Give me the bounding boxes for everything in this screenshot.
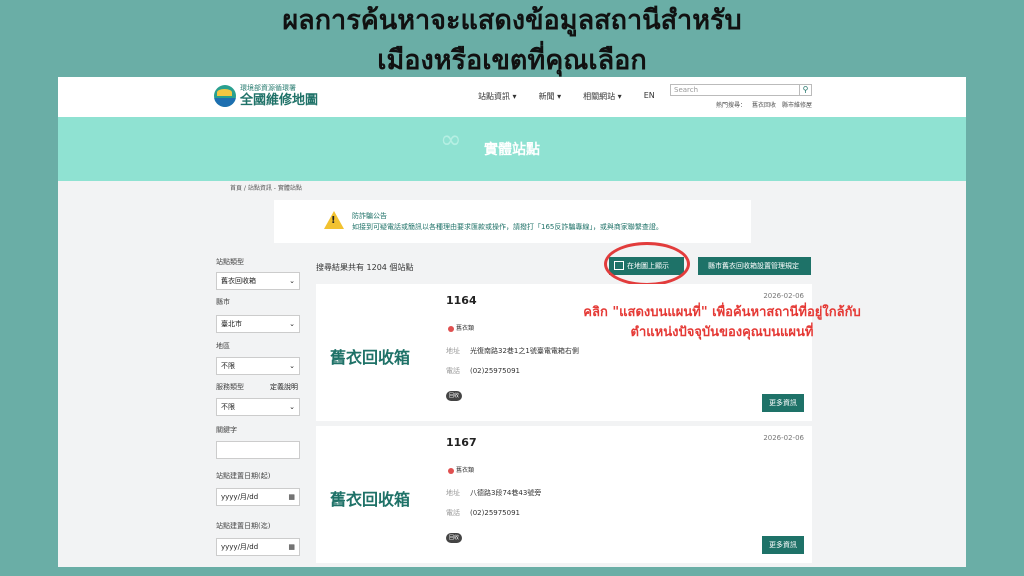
- pin-icon: [448, 325, 454, 332]
- top-header: 環境部資源循環署 全國維修地圖 站點資訊 ▾ 新聞 ▾ 相關網站 ▾ EN Se…: [58, 77, 966, 117]
- logo-title: 全國維修地圖: [240, 93, 319, 108]
- category-tag: 舊衣類: [448, 323, 474, 332]
- nav-news[interactable]: 新聞 ▾: [539, 91, 562, 102]
- pin-icon: [448, 467, 454, 474]
- highlight-circle: [604, 242, 690, 286]
- service-type-label: 服務類型: [216, 383, 244, 391]
- category-tag-label: 舊衣類: [456, 467, 475, 474]
- headline-line-1: ผลการค้นหาจะแสดงข้อมูลสถานีสำหรับ: [282, 5, 742, 36]
- service-badge: 回收: [446, 533, 462, 543]
- calendar-icon[interactable]: ▦: [288, 539, 295, 555]
- address-label: 地址: [446, 489, 460, 497]
- chevron-down-icon: ⌄: [289, 403, 295, 411]
- definition-help-link[interactable]: 定義說明: [270, 382, 298, 392]
- district-label: 地區: [216, 342, 230, 350]
- nav-station-info[interactable]: 站點資訊 ▾: [478, 91, 517, 102]
- page-banner: ∞ 實體站點: [58, 117, 966, 181]
- annotation-callout: คลิก "แสดงบนแผนที่" เพื่อค้นหาสถานีที่อย…: [557, 303, 887, 343]
- category-tag-label: 舊衣類: [456, 325, 475, 332]
- breadcrumb: 首頁 / 站點資訊 - 實體站點: [230, 185, 302, 192]
- station-date: 2026-02-06: [763, 292, 804, 300]
- keyword-label: 關鍵字: [216, 426, 237, 434]
- more-info-button[interactable]: 更多資訊: [762, 394, 804, 412]
- service-type-value: 不限: [221, 403, 235, 411]
- date-end-label: 站點建置日期(迄): [216, 522, 271, 530]
- callout-line-2: ตำแหน่งปัจจุบันของคุณบนแผนที่: [630, 325, 814, 340]
- phone-value: (02)25975091: [470, 509, 520, 517]
- station-type-label: 站點類型: [216, 258, 244, 266]
- station-card: 舊衣回收箱 1167 2026-02-06 舊衣類 地址 八德路3段74巷43號旁…: [316, 426, 812, 563]
- service-type-select[interactable]: 不限 ⌄: [216, 398, 300, 416]
- station-type-name: 舊衣回收箱: [330, 348, 411, 367]
- district-select[interactable]: 不限 ⌄: [216, 357, 300, 375]
- calendar-icon[interactable]: ▦: [288, 489, 295, 505]
- address-value: 八德路3段74巷43號旁: [470, 489, 542, 497]
- station-id: 1167: [446, 436, 477, 449]
- date-start-placeholder: yyyy/月/dd: [221, 493, 259, 501]
- notice-title: 防詐騙公告: [352, 212, 387, 220]
- logo-subtitle: 環境部資源循環署: [240, 84, 296, 92]
- nav-related-sites[interactable]: 相關網站 ▾: [583, 91, 622, 102]
- date-start-label: 站點建置日期(起): [216, 472, 271, 480]
- station-phone: 電話 (02)25975091: [446, 508, 520, 518]
- headline-line-2: เมืองหรือเขตที่คุณเลือก: [377, 45, 647, 76]
- category-tag: 舊衣類: [448, 465, 474, 474]
- phone-value: (02)25975091: [470, 367, 520, 375]
- hot-label: 熱門搜尋：: [716, 102, 747, 109]
- more-info-button[interactable]: 更多資訊: [762, 536, 804, 554]
- date-end-input[interactable]: yyyy/月/dd ▦: [216, 538, 300, 556]
- station-address: 地址 八德路3段74巷43號旁: [446, 488, 541, 498]
- hot-searches: 熱門搜尋： 舊衣回收 縣市維修屋: [716, 100, 818, 109]
- phone-label: 電話: [446, 367, 460, 375]
- hot-item-repair[interactable]: 縣市維修屋: [782, 100, 812, 109]
- district-value: 不限: [221, 362, 235, 370]
- main-nav: 站點資訊 ▾ 新聞 ▾ 相關網站 ▾ EN: [478, 91, 677, 102]
- site-logo[interactable]: 環境部資源循環署 全國維修地圖: [214, 84, 318, 108]
- keyword-input[interactable]: [216, 441, 300, 459]
- result-count: 搜尋結果共有 1204 個站點: [316, 263, 414, 272]
- logo-icon: [214, 85, 236, 107]
- station-type-name: 舊衣回收箱: [330, 490, 411, 509]
- notice-text: 如接到可疑電話或簡訊以各種理由要求匯款或操作，請撥打「165反詐騙專線」，或與商…: [352, 223, 663, 231]
- date-end-placeholder: yyyy/月/dd: [221, 543, 259, 551]
- station-id: 1164: [446, 294, 477, 307]
- address-label: 地址: [446, 347, 460, 355]
- chevron-down-icon: ⌄: [289, 277, 295, 285]
- station-type-select[interactable]: 舊衣回收箱 ⌄: [216, 272, 300, 290]
- phone-label: 電話: [446, 509, 460, 517]
- date-start-input[interactable]: yyyy/月/dd ▦: [216, 488, 300, 506]
- page-title: 實體站點: [484, 142, 540, 158]
- warning-icon: !: [324, 211, 344, 229]
- service-badge: 回收: [446, 391, 462, 401]
- station-type-value: 舊衣回收箱: [221, 277, 256, 285]
- city-value: 臺北市: [221, 320, 242, 328]
- station-date: 2026-02-06: [763, 434, 804, 442]
- address-value: 光復南路32巷1之1號臺電電箱右側: [470, 347, 579, 355]
- station-address: 地址 光復南路32巷1之1號臺電電箱右側: [446, 346, 579, 356]
- hot-item-clothes[interactable]: 舊衣回收: [752, 100, 776, 109]
- chevron-down-icon: ⌄: [289, 320, 295, 328]
- search-input[interactable]: Search ⚲: [670, 84, 812, 96]
- search-icon[interactable]: ⚲: [799, 85, 811, 95]
- fraud-notice: ! 防詐騙公告 如接到可疑電話或簡訊以各種理由要求匯款或操作，請撥打「165反詐…: [274, 200, 751, 243]
- city-label: 縣市: [216, 298, 230, 306]
- station-phone: 電話 (02)25975091: [446, 366, 520, 376]
- callout-line-1: คลิก "แสดงบนแผนที่" เพื่อค้นหาสถานีที่อย…: [583, 305, 861, 320]
- search-placeholder: Search: [674, 86, 699, 94]
- city-select[interactable]: 臺北市 ⌄: [216, 315, 300, 333]
- chevron-down-icon: ⌄: [289, 362, 295, 370]
- recycling-rules-button[interactable]: 縣市舊衣回收箱設置管理規定: [698, 257, 811, 275]
- nav-language-en[interactable]: EN: [644, 91, 655, 102]
